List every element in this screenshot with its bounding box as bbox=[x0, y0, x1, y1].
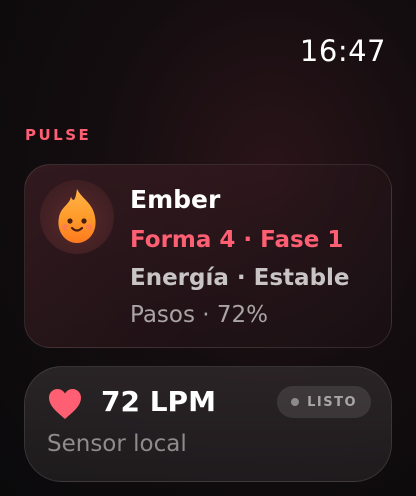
sensor-source: Sensor local bbox=[47, 431, 187, 457]
pet-energy: Energía · Estable bbox=[130, 265, 350, 291]
status-badge: LISTO bbox=[277, 386, 371, 418]
pet-card[interactable]: Ember Forma 4 · Fase 1 Energía · Estable… bbox=[24, 164, 392, 348]
pet-name: Ember bbox=[130, 185, 221, 214]
fire-mascot-icon bbox=[58, 189, 96, 243]
pet-steps: Pasos · 72% bbox=[130, 302, 269, 328]
status-dot-icon bbox=[291, 398, 300, 406]
status-label: LISTO bbox=[307, 394, 357, 410]
heart-rate-card[interactable]: 72 LPM LISTO Sensor local bbox=[24, 366, 392, 482]
heart-rate-value: 72 LPM bbox=[101, 385, 216, 418]
watch-screen: 16:47 PULSE Ember Forma 4 · Fase 1 Energ… bbox=[0, 0, 416, 496]
clock-time: 16:47 bbox=[299, 34, 386, 68]
heart-icon bbox=[49, 389, 81, 419]
section-title: PULSE bbox=[25, 126, 92, 144]
pet-stage: Forma 4 · Fase 1 bbox=[130, 227, 344, 253]
pet-avatar bbox=[40, 180, 114, 254]
